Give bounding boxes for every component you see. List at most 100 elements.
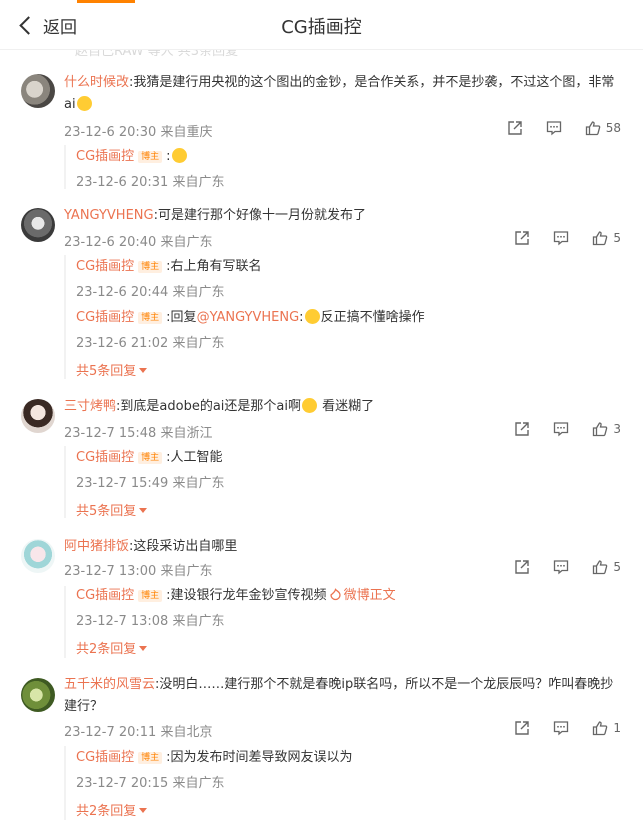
reply-list: CG插画控 博主:右上角有写联名 23-12-6 20:44 来自广东 CG插画控… bbox=[64, 255, 629, 379]
comment-icon bbox=[546, 121, 561, 136]
chevron-down-icon bbox=[139, 508, 148, 513]
share-icon bbox=[515, 560, 530, 574]
like-icon bbox=[585, 121, 601, 136]
reply-time: 23-12-7 13:08 来自广东 bbox=[76, 614, 225, 629]
comment-text: 五千米的风雪云:没明白……建行那个不就是春晚ip联名吗，所以不是一个龙辰辰吗？咋… bbox=[64, 677, 614, 714]
blogger-badge: 博主 bbox=[138, 312, 163, 324]
comment-icon bbox=[554, 560, 569, 575]
more-replies-button[interactable]: 共5条回复 bbox=[76, 360, 148, 379]
link-icon bbox=[329, 588, 341, 601]
chevron-down-icon bbox=[139, 368, 148, 373]
reply-text: CG插画控 博主: bbox=[76, 147, 188, 167]
like-button[interactable]: 5 bbox=[592, 559, 621, 575]
emoji-icon bbox=[301, 398, 317, 413]
emoji-icon bbox=[171, 148, 187, 163]
comment-time: 23-12-6 20:30 来自重庆 bbox=[64, 125, 213, 140]
share-icon bbox=[515, 721, 530, 735]
share-button[interactable] bbox=[514, 230, 530, 246]
like-button[interactable]: 3 bbox=[592, 421, 621, 437]
share-button[interactable] bbox=[514, 559, 530, 575]
comment-actions: 58 bbox=[484, 120, 621, 136]
avatar[interactable] bbox=[21, 678, 55, 712]
reply-username[interactable]: CG插画控 bbox=[76, 310, 134, 325]
share-icon bbox=[515, 231, 530, 245]
reply-username[interactable]: CG插画控 bbox=[76, 450, 134, 465]
more-replies-button[interactable]: 共5条回复 bbox=[76, 500, 148, 519]
reply-time: 23-12-6 20:31 来自广东 bbox=[76, 175, 225, 190]
reply-list: CG插画控 博主:因为发布时间差导致网友误以为 23-12-7 20:15 来自广… bbox=[64, 746, 629, 820]
share-icon bbox=[515, 422, 530, 436]
reply-username[interactable]: CG插画控 bbox=[76, 149, 134, 164]
comment-actions: 1 bbox=[491, 720, 621, 736]
blogger-badge: 博主 bbox=[138, 151, 163, 163]
reply-text: CG插画控 博主:回复@YANGYVHENG: 反正搞不懂啥操作 bbox=[76, 309, 425, 325]
reply-time: 23-12-7 20:15 来自广东 bbox=[76, 776, 225, 791]
comment-button[interactable] bbox=[553, 559, 569, 575]
comment-username[interactable]: 阿中猪排饭 bbox=[64, 539, 129, 554]
share-icon bbox=[508, 121, 522, 135]
blogger-badge: 博主 bbox=[138, 261, 163, 273]
emoji-icon bbox=[76, 96, 92, 111]
avatar[interactable] bbox=[21, 208, 55, 242]
like-count: 58 bbox=[605, 121, 621, 135]
more-replies-button[interactable]: 共2条回复 bbox=[76, 800, 148, 819]
avatar[interactable] bbox=[21, 539, 55, 573]
share-button[interactable] bbox=[514, 720, 530, 736]
like-icon bbox=[593, 231, 608, 246]
reply-username[interactable]: CG插画控 bbox=[76, 750, 134, 765]
comment-icon bbox=[554, 422, 569, 437]
comment-username[interactable]: 什么时候改 bbox=[64, 75, 129, 90]
like-count: 5 bbox=[613, 560, 621, 574]
reply-text: CG插画控 博主:建设银行龙年金钞宣传视频 微博正文 bbox=[76, 588, 396, 603]
like-button[interactable]: 5 bbox=[592, 230, 621, 246]
comment-username[interactable]: 五千米的风雪云 bbox=[64, 677, 155, 692]
like-count: 3 bbox=[613, 422, 621, 436]
reply-list: CG插画控 博主:建设银行龙年金钞宣传视频 微博正文 23-12-7 13:08 来… bbox=[64, 586, 629, 658]
weibo-link[interactable]: 微博正文 bbox=[327, 588, 396, 603]
comment-text: YANGYVHENG:可是建行那个好像十一月份就发布了 bbox=[64, 208, 366, 223]
reply-time: 23-12-6 20:44 来自广东 bbox=[76, 285, 225, 300]
like-count: 5 bbox=[613, 231, 621, 245]
comment-actions: 3 bbox=[491, 421, 621, 437]
comment-username[interactable]: 三寸烤鸭 bbox=[64, 399, 116, 414]
share-button[interactable] bbox=[507, 120, 523, 136]
chevron-down-icon bbox=[139, 808, 148, 813]
comment-text: 什么时候改:我猜是建行用央视的这个图出的金钞，是合作关系，并不是抄袭，不过这个图… bbox=[64, 75, 615, 112]
like-button[interactable]: 1 bbox=[592, 720, 621, 736]
blogger-badge: 博主 bbox=[138, 752, 163, 764]
reply-list: CG插画控 博主:人工智能 23-12-7 15:49 来自广东 共5条回复 bbox=[64, 446, 629, 519]
mention-link[interactable]: @YANGYVHENG bbox=[197, 310, 300, 325]
reply-username[interactable]: CG插画控 bbox=[76, 259, 134, 274]
comment-time: 23-12-7 13:00 来自广东 bbox=[64, 564, 213, 579]
avatar[interactable] bbox=[21, 74, 55, 108]
comment-username[interactable]: YANGYVHENG bbox=[64, 208, 154, 223]
comment-icon bbox=[554, 721, 569, 736]
comment-time: 23-12-7 15:48 来自浙江 bbox=[64, 426, 213, 441]
reply-text: CG插画控 博主:右上角有写联名 bbox=[76, 259, 262, 274]
comment-time: 23-12-7 20:11 来自北京 bbox=[64, 725, 213, 740]
reply-username[interactable]: CG插画控 bbox=[76, 588, 134, 603]
more-replies-button[interactable]: 共2条回复 bbox=[76, 638, 148, 657]
blogger-badge: 博主 bbox=[138, 452, 163, 464]
avatar[interactable] bbox=[21, 399, 55, 433]
reply-list: CG插画控 博主: 23-12-6 20:31 来自广东 bbox=[64, 145, 629, 190]
comment-text: 三寸烤鸭:到底是adobe的ai还是那个ai啊 看迷糊了 bbox=[64, 398, 375, 414]
like-button[interactable]: 58 bbox=[585, 120, 621, 136]
top-bar: 返回 CG插画控 bbox=[0, 0, 643, 50]
chevron-down-icon bbox=[139, 646, 148, 651]
comment-button[interactable] bbox=[546, 120, 562, 136]
comment-button[interactable] bbox=[553, 230, 569, 246]
like-count: 1 bbox=[613, 721, 621, 735]
blogger-badge: 博主 bbox=[138, 590, 163, 602]
like-icon bbox=[593, 422, 608, 437]
like-icon bbox=[593, 721, 608, 736]
comment-button[interactable] bbox=[553, 421, 569, 437]
comment-text: 阿中猪排饭:这段采访出自哪里 bbox=[64, 539, 238, 554]
comment-actions: 5 bbox=[491, 230, 621, 246]
reply-time: 23-12-7 15:49 来自广东 bbox=[76, 476, 225, 491]
share-button[interactable] bbox=[514, 421, 530, 437]
comment-button[interactable] bbox=[553, 720, 569, 736]
reply-time: 23-12-6 21:02 来自广东 bbox=[76, 336, 225, 351]
reply-text: CG插画控 博主:人工智能 bbox=[76, 450, 223, 465]
emoji-icon bbox=[304, 309, 320, 324]
